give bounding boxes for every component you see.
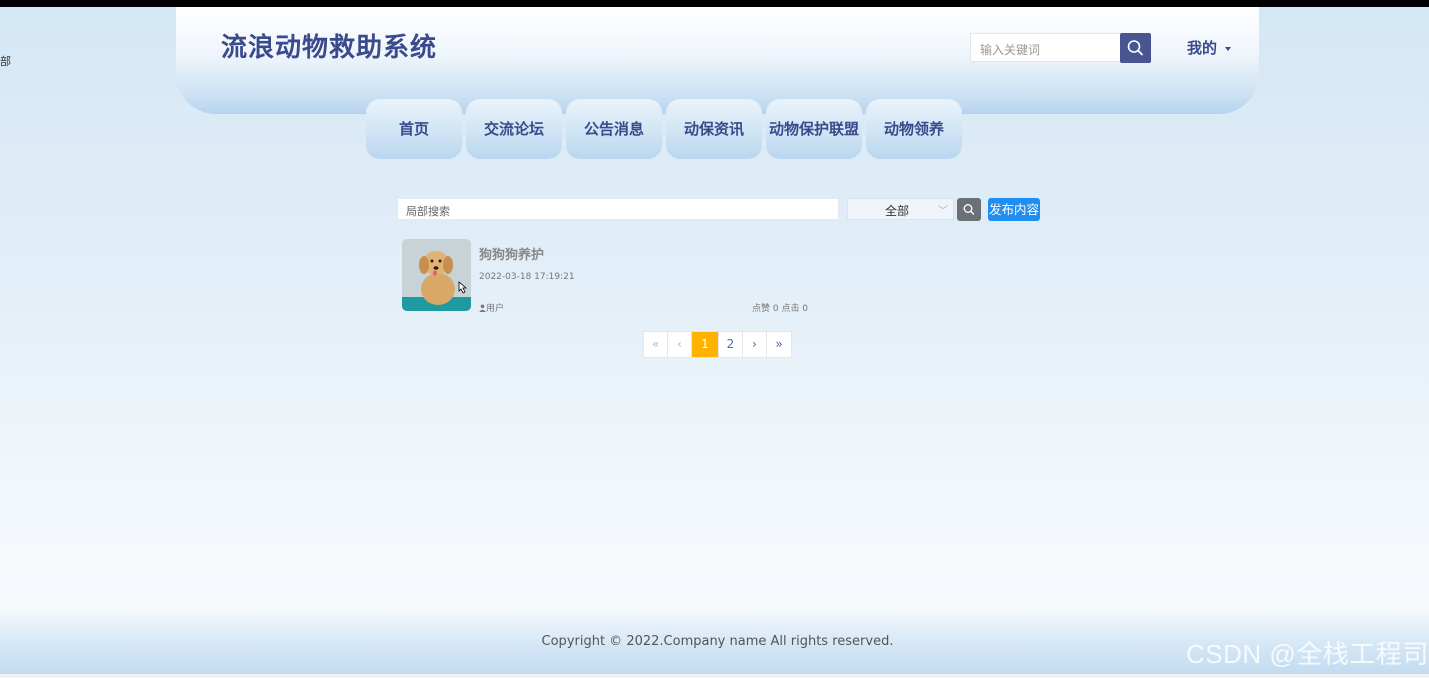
search-icon bbox=[1127, 40, 1143, 56]
post-stats: 点赞 0 点击 0 bbox=[752, 304, 809, 314]
caret-down-icon bbox=[1225, 46, 1232, 51]
post-title[interactable]: 狗狗狗养护 bbox=[479, 244, 544, 263]
top-bar bbox=[0, 0, 1429, 7]
post-thumbnail[interactable] bbox=[402, 239, 471, 311]
nav-item-forum[interactable]: 交流论坛 bbox=[466, 99, 562, 159]
post-author-label: 用户 bbox=[486, 304, 505, 314]
bottom-border bbox=[0, 674, 1429, 678]
puppy-image bbox=[402, 239, 471, 311]
user-icon bbox=[479, 304, 486, 312]
search-input[interactable]: 输入关键词 bbox=[970, 33, 1120, 62]
left-clipped-text: 部 bbox=[0, 55, 11, 68]
search-icon bbox=[963, 204, 975, 215]
page-prev-button[interactable]: ‹ bbox=[668, 332, 692, 357]
nav-item-news[interactable]: 动保资讯 bbox=[666, 99, 762, 159]
post-author: 用户 bbox=[479, 301, 504, 314]
page-next-button[interactable]: › bbox=[743, 332, 767, 357]
search-button[interactable] bbox=[1120, 33, 1151, 63]
nav-item-adoption[interactable]: 动物领养 bbox=[866, 99, 962, 159]
page-first-button[interactable]: « bbox=[644, 332, 668, 357]
category-select[interactable]: 全部 ﹀ bbox=[847, 198, 954, 220]
nav-item-announcements[interactable]: 公告消息 bbox=[566, 99, 662, 159]
page-2-button[interactable]: 2 bbox=[719, 332, 743, 357]
my-account-menu[interactable]: 我的 bbox=[1187, 37, 1232, 58]
local-search-input[interactable]: 局部搜索 bbox=[397, 198, 839, 220]
my-account-label: 我的 bbox=[1187, 39, 1218, 57]
nav-item-home[interactable]: 首页 bbox=[366, 99, 462, 159]
local-search-button[interactable] bbox=[957, 198, 981, 221]
site-header: 流浪动物救助系统 输入关键词 我的 bbox=[176, 7, 1259, 114]
page-last-button[interactable]: » bbox=[767, 332, 791, 357]
site-title: 流浪动物救助系统 bbox=[221, 33, 438, 63]
post-date: 2022-03-18 17:19:21 bbox=[479, 272, 575, 282]
watermark-text: CSDN @全栈工程司 bbox=[1186, 639, 1429, 669]
publish-button[interactable]: 发布内容 bbox=[988, 198, 1040, 221]
chevron-down-icon: ﹀ bbox=[938, 206, 948, 217]
category-select-value: 全部 bbox=[885, 204, 910, 218]
page-1-button[interactable]: 1 bbox=[692, 332, 719, 357]
nav-item-alliance[interactable]: 动物保护联盟 bbox=[766, 99, 862, 159]
pagination: « ‹ 1 2 › » bbox=[643, 331, 792, 358]
